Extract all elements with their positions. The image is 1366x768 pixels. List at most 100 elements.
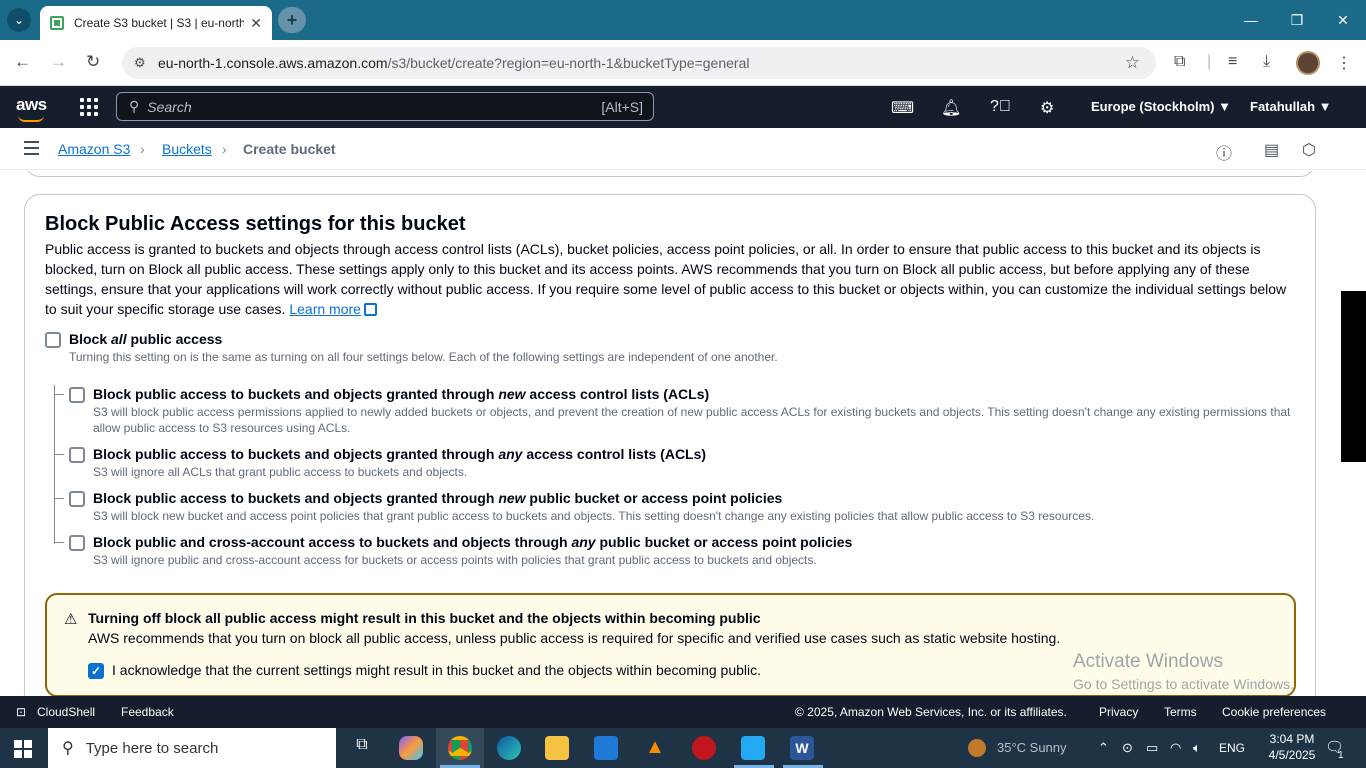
chrome-icon[interactable] (448, 736, 472, 760)
external-link-icon (363, 303, 377, 316)
warning-title: Turning off block all public access migh… (88, 610, 761, 626)
breadcrumb-amazon-s3[interactable]: Amazon S3 (58, 141, 130, 157)
browser-tab-active[interactable]: Create S3 bucket | S3 | eu-north-1 ✕ (40, 6, 272, 40)
privacy-link[interactable]: Privacy (1099, 705, 1138, 719)
volume-icon[interactable]: 🔈︎ (1193, 740, 1201, 756)
block-any-acls-description: S3 will ignore all ACLs that grant publi… (93, 465, 468, 479)
block-any-policies-label: Block public and cross-account access to… (93, 534, 853, 550)
tree-branch (54, 542, 64, 543)
side-nav-menu-icon[interactable] (24, 141, 39, 155)
back-arrow-icon[interactable]: ← (14, 52, 31, 72)
taskbar-search-input[interactable]: ⚲ Type here to search (48, 728, 336, 768)
url-path: /s3/bucket/create?region=eu-north-1&buck… (387, 55, 750, 71)
s3-favicon-icon (50, 16, 64, 30)
block-new-policies-checkbox[interactable] (69, 491, 85, 507)
help-panel-icon[interactable]: ⬡ (1302, 140, 1316, 160)
tree-branch (54, 454, 64, 455)
search-icon: ⚲ (129, 98, 140, 114)
search-icon: ⚲ (62, 740, 74, 757)
block-all-checkbox[interactable] (45, 332, 61, 348)
services-grid-icon[interactable] (80, 98, 98, 116)
download-icon[interactable]: ⤓ (1263, 53, 1270, 71)
acknowledge-label[interactable]: I acknowledge that the current settings … (112, 662, 761, 678)
breadcrumb-bar: Amazon S3 › Buckets › Create bucket ⓘ ▤ … (0, 128, 1366, 170)
tree-branch (54, 498, 64, 499)
acknowledge-checkbox[interactable]: ✓ (88, 663, 104, 679)
block-new-acls-label: Block public access to buckets and objec… (93, 386, 710, 402)
vscode-icon[interactable] (741, 736, 765, 760)
help-icon[interactable]: ?⃝ (990, 98, 1011, 116)
window-close-button[interactable]: ✕ (1320, 0, 1366, 40)
checkmark-icon: ✓ (90, 664, 102, 678)
section-title: Block Public Access settings for this bu… (45, 213, 466, 235)
block-any-policies-description: S3 will ignore public and cross-account … (93, 553, 817, 567)
page-scrollbar-thumb[interactable] (1341, 291, 1366, 462)
clock-time: 3:04 PM (1269, 732, 1315, 746)
breadcrumb-create-bucket: Create bucket (243, 141, 336, 157)
breadcrumb-separator: › (222, 141, 227, 157)
tab-search-button[interactable]: ⌄ (7, 8, 31, 32)
tray-chevron-icon[interactable]: ⌃ (1098, 740, 1109, 756)
cloudshell-icon[interactable]: ⌨ (891, 98, 914, 118)
block-new-policies-description: S3 will block new bucket and access poin… (93, 509, 1095, 523)
windows-start-icon[interactable] (14, 740, 32, 758)
language-indicator[interactable]: ENG (1219, 741, 1245, 755)
aws-search-input[interactable]: ⚲ Search [Alt+S] (116, 92, 654, 121)
aws-logo[interactable]: aws (16, 95, 47, 122)
terms-link[interactable]: Terms (1164, 705, 1197, 719)
restore-button[interactable]: ❐ (1274, 0, 1320, 40)
feedback-link[interactable]: Feedback (121, 705, 174, 719)
browser-tab-bar: ⌄ Create S3 bucket | S3 | eu-north-1 ✕ +… (0, 0, 1366, 40)
cloudshell-footer-icon[interactable]: ⊡ (16, 705, 26, 719)
word-icon[interactable]: W (790, 736, 814, 760)
copilot-icon[interactable] (399, 736, 423, 760)
block-new-acls-checkbox[interactable] (69, 387, 85, 403)
description-text: Public access is granted to buckets and … (45, 241, 1287, 317)
vlc-icon[interactable]: ▲ (643, 736, 667, 760)
meet-now-icon[interactable]: ⊙ (1122, 740, 1133, 756)
breadcrumb-buckets[interactable]: Buckets (162, 141, 212, 157)
edge-icon[interactable] (497, 736, 521, 760)
block-any-acls-checkbox[interactable] (69, 447, 85, 463)
microsoft-store-icon[interactable] (594, 736, 618, 760)
block-new-policies-label: Block public access to buckets and objec… (93, 490, 783, 506)
app-red-icon[interactable] (692, 736, 716, 760)
notifications-panel-icon[interactable]: ▤ (1264, 140, 1279, 160)
wifi-icon[interactable]: ◠ (1170, 740, 1181, 756)
account-menu[interactable]: Fatahullah ▼ (1250, 99, 1332, 114)
forward-arrow-icon[interactable]: → (50, 52, 67, 72)
task-view-icon[interactable]: ⧉ (350, 736, 374, 760)
reload-icon[interactable]: ↻ (86, 52, 100, 72)
notifications-bell-icon[interactable]: 🔔︎ (941, 98, 961, 118)
search-shortcut: [Alt+S] (601, 98, 643, 115)
site-info-icon[interactable]: ⚙ (134, 55, 156, 71)
weather-icon[interactable] (968, 739, 986, 757)
learn-more-link[interactable]: Learn more (289, 301, 361, 317)
weather-text[interactable]: 35°C Sunny (997, 740, 1067, 755)
url-bar[interactable]: ⚙ eu-north-1.console.aws.amazon.com/s3/b… (122, 47, 1156, 79)
taskbar-clock[interactable]: 3:04 PM 4/5/2025 (1262, 731, 1322, 763)
extensions-icon[interactable]: ⧉ (1174, 53, 1185, 71)
region-selector[interactable]: Europe (Stockholm) ▼ (1091, 99, 1231, 114)
settings-gear-icon[interactable]: ⚙ (1040, 98, 1054, 118)
profile-avatar[interactable] (1296, 51, 1320, 75)
bookmark-star-icon[interactable]: ☆ (1125, 53, 1140, 73)
breadcrumb-separator: › (140, 141, 145, 157)
cloudshell-link[interactable]: CloudShell (37, 705, 95, 719)
block-all-description: Turning this setting on is the same as t… (69, 350, 778, 364)
tab-close-button[interactable]: ✕ (250, 15, 262, 32)
block-any-policies-checkbox[interactable] (69, 535, 85, 551)
info-icon[interactable]: ⓘ (1216, 140, 1232, 164)
media-control-icon[interactable]: ≡ (1228, 53, 1237, 71)
warning-icon: ⚠ (64, 611, 78, 628)
aws-top-nav: aws ⚲ Search [Alt+S] ⌨ 🔔︎ ?⃝ ⚙ Europe (S… (0, 86, 1366, 128)
activate-windows-subtitle: Go to Settings to activate Windows. (1073, 676, 1294, 692)
windows-taskbar: ⚲ Type here to search ⧉ ▲ W 35°C Sunny ⌃… (0, 728, 1366, 768)
more-menu-icon[interactable]: ⋮ (1336, 53, 1352, 73)
chevron-down-icon: ⌄ (13, 13, 25, 27)
new-tab-button[interactable]: + (278, 7, 306, 33)
battery-icon[interactable]: ▭ (1146, 740, 1158, 756)
file-explorer-icon[interactable] (545, 736, 569, 760)
minimize-button[interactable]: — (1228, 0, 1274, 40)
cookie-preferences-link[interactable]: Cookie preferences (1222, 705, 1326, 719)
